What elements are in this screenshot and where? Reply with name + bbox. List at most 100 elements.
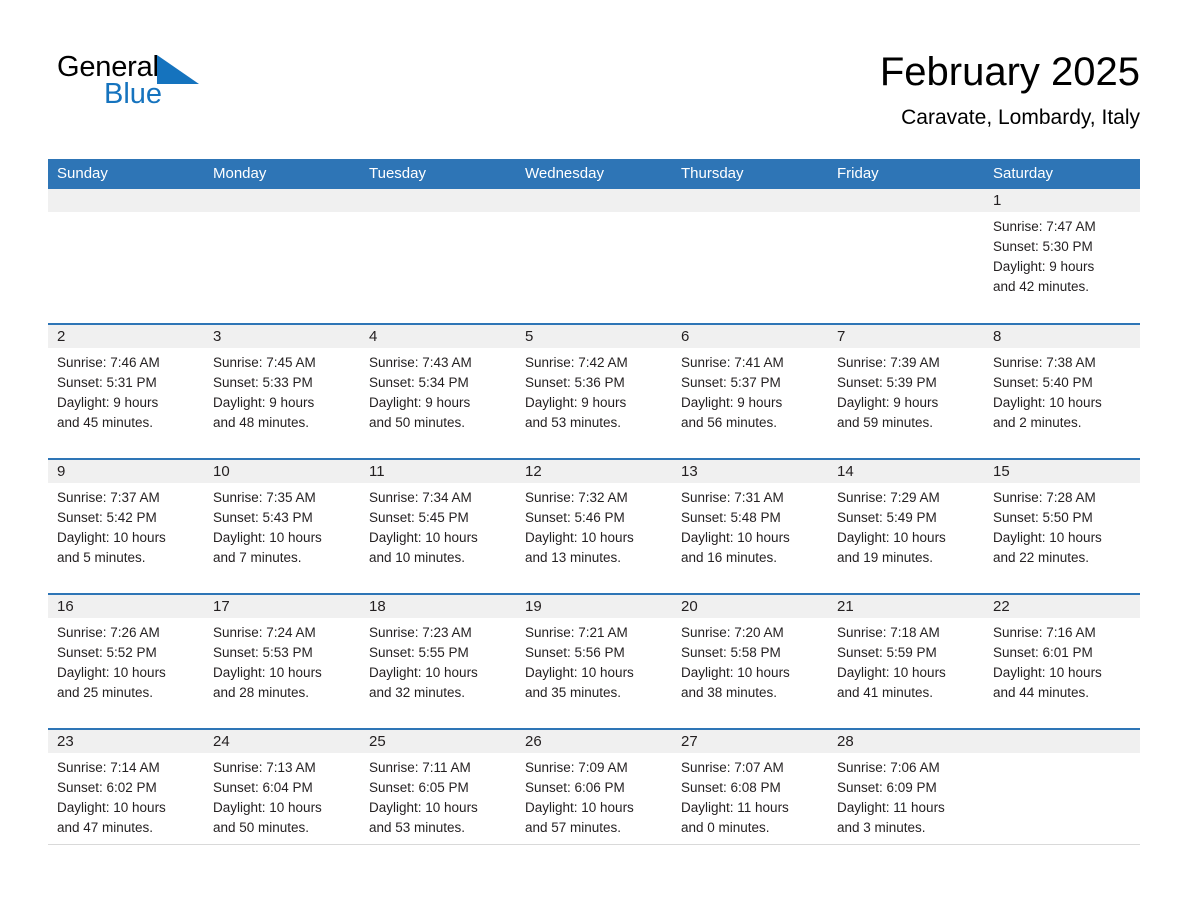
calendar-day-cell[interactable]: 2 Sunrise: 7:46 AM Sunset: 5:31 PM Dayli…: [48, 323, 204, 459]
day-details: Sunrise: 7:23 AM Sunset: 5:55 PM Dayligh…: [360, 618, 516, 703]
daylight-text-line1: Daylight: 9 hours: [993, 259, 1095, 274]
day-number: 12: [516, 460, 672, 483]
day-number: 1: [984, 189, 1140, 212]
calendar-day-cell[interactable]: 15 Sunrise: 7:28 AM Sunset: 5:50 PM Dayl…: [984, 458, 1140, 594]
logo-text-blue: Blue: [104, 78, 163, 110]
day-number: 24: [204, 730, 360, 753]
calendar-day-cell[interactable]: 14 Sunrise: 7:29 AM Sunset: 5:49 PM Dayl…: [828, 458, 984, 594]
calendar-day-cell[interactable]: 28 Sunrise: 7:06 AM Sunset: 6:09 PM Dayl…: [828, 728, 984, 846]
calendar-day-cell[interactable]: 11 Sunrise: 7:34 AM Sunset: 5:45 PM Dayl…: [360, 458, 516, 594]
calendar-day-cell[interactable]: [360, 189, 516, 324]
calendar-week-row: 9 Sunrise: 7:37 AM Sunset: 5:42 PM Dayli…: [48, 458, 1140, 594]
calendar-day-cell[interactable]: 3 Sunrise: 7:45 AM Sunset: 5:33 PM Dayli…: [204, 323, 360, 459]
day-number: 20: [672, 595, 828, 618]
daylight-text-line2: and 22 minutes.: [993, 550, 1090, 565]
calendar-day-cell[interactable]: 17 Sunrise: 7:24 AM Sunset: 5:53 PM Dayl…: [204, 593, 360, 729]
sunset-text: Sunset: 5:30 PM: [993, 239, 1093, 254]
calendar-day-cell[interactable]: 27 Sunrise: 7:07 AM Sunset: 6:08 PM Dayl…: [672, 728, 828, 846]
day-cell-inner: [672, 189, 828, 323]
sunset-text: Sunset: 5:49 PM: [837, 510, 937, 525]
calendar-day-cell[interactable]: 23 Sunrise: 7:14 AM Sunset: 6:02 PM Dayl…: [48, 728, 204, 846]
calendar-day-cell[interactable]: 4 Sunrise: 7:43 AM Sunset: 5:34 PM Dayli…: [360, 323, 516, 459]
sunrise-text: Sunrise: 7:47 AM: [993, 219, 1096, 234]
daylight-text-line2: and 42 minutes.: [993, 279, 1090, 294]
day-number: 5: [516, 325, 672, 348]
calendar-day-cell[interactable]: [204, 189, 360, 324]
sunset-text: Sunset: 5:55 PM: [369, 645, 469, 660]
day-cell-inner: 24 Sunrise: 7:13 AM Sunset: 6:04 PM Dayl…: [204, 730, 360, 846]
weekday-header-monday: Monday: [204, 159, 360, 189]
day-number: [516, 189, 672, 212]
page-title: February 2025: [879, 50, 1140, 94]
day-cell-inner: 25 Sunrise: 7:11 AM Sunset: 6:05 PM Dayl…: [360, 730, 516, 846]
calendar-day-cell[interactable]: 22 Sunrise: 7:16 AM Sunset: 6:01 PM Dayl…: [984, 593, 1140, 729]
day-details: Sunrise: 7:47 AM Sunset: 5:30 PM Dayligh…: [984, 212, 1140, 297]
daylight-text-line1: Daylight: 10 hours: [681, 530, 790, 545]
daylight-text-line2: and 44 minutes.: [993, 685, 1090, 700]
calendar-day-cell[interactable]: 25 Sunrise: 7:11 AM Sunset: 6:05 PM Dayl…: [360, 728, 516, 846]
calendar-day-cell[interactable]: 8 Sunrise: 7:38 AM Sunset: 5:40 PM Dayli…: [984, 323, 1140, 459]
calendar-day-cell[interactable]: [48, 189, 204, 324]
daylight-text-line1: Daylight: 9 hours: [213, 395, 315, 410]
calendar-day-cell[interactable]: 19 Sunrise: 7:21 AM Sunset: 5:56 PM Dayl…: [516, 593, 672, 729]
daylight-text-line1: Daylight: 10 hours: [57, 530, 166, 545]
calendar-day-cell[interactable]: 21 Sunrise: 7:18 AM Sunset: 5:59 PM Dayl…: [828, 593, 984, 729]
day-cell-inner: 22 Sunrise: 7:16 AM Sunset: 6:01 PM Dayl…: [984, 595, 1140, 728]
sunrise-text: Sunrise: 7:31 AM: [681, 490, 784, 505]
calendar-day-cell[interactable]: 6 Sunrise: 7:41 AM Sunset: 5:37 PM Dayli…: [672, 323, 828, 459]
sunset-text: Sunset: 5:42 PM: [57, 510, 157, 525]
day-number: [984, 730, 1140, 753]
day-details: Sunrise: 7:26 AM Sunset: 5:52 PM Dayligh…: [48, 618, 204, 703]
calendar-day-cell[interactable]: 26 Sunrise: 7:09 AM Sunset: 6:06 PM Dayl…: [516, 728, 672, 846]
calendar-day-cell[interactable]: [516, 189, 672, 324]
calendar-day-cell[interactable]: 10 Sunrise: 7:35 AM Sunset: 5:43 PM Dayl…: [204, 458, 360, 594]
day-details: Sunrise: 7:16 AM Sunset: 6:01 PM Dayligh…: [984, 618, 1140, 703]
calendar-day-cell[interactable]: [828, 189, 984, 324]
daylight-text-line2: and 16 minutes.: [681, 550, 778, 565]
day-number: 6: [672, 325, 828, 348]
daylight-text-line2: and 57 minutes.: [525, 820, 622, 835]
day-number: 28: [828, 730, 984, 753]
day-cell-inner: [360, 189, 516, 323]
day-cell-inner: 14 Sunrise: 7:29 AM Sunset: 5:49 PM Dayl…: [828, 460, 984, 593]
daylight-text-line1: Daylight: 9 hours: [369, 395, 471, 410]
sunset-text: Sunset: 5:48 PM: [681, 510, 781, 525]
sunset-text: Sunset: 6:09 PM: [837, 780, 937, 795]
daylight-text-line2: and 53 minutes.: [525, 415, 622, 430]
sunrise-text: Sunrise: 7:45 AM: [213, 355, 316, 370]
daylight-text-line2: and 35 minutes.: [525, 685, 622, 700]
calendar-day-cell[interactable]: 1 Sunrise: 7:47 AM Sunset: 5:30 PM Dayli…: [984, 189, 1140, 324]
calendar-day-cell[interactable]: 16 Sunrise: 7:26 AM Sunset: 5:52 PM Dayl…: [48, 593, 204, 729]
calendar-day-cell[interactable]: 7 Sunrise: 7:39 AM Sunset: 5:39 PM Dayli…: [828, 323, 984, 459]
calendar-day-cell[interactable]: [672, 189, 828, 324]
daylight-text-line1: Daylight: 10 hours: [993, 530, 1102, 545]
calendar-day-cell[interactable]: 5 Sunrise: 7:42 AM Sunset: 5:36 PM Dayli…: [516, 323, 672, 459]
weekday-header-friday: Friday: [828, 159, 984, 189]
daylight-text-line1: Daylight: 9 hours: [57, 395, 159, 410]
day-cell-inner: 9 Sunrise: 7:37 AM Sunset: 5:42 PM Dayli…: [48, 460, 204, 593]
day-number: 3: [204, 325, 360, 348]
day-details: Sunrise: 7:35 AM Sunset: 5:43 PM Dayligh…: [204, 483, 360, 568]
day-cell-inner: 20 Sunrise: 7:20 AM Sunset: 5:58 PM Dayl…: [672, 595, 828, 728]
weekday-header-sunday: Sunday: [48, 159, 204, 189]
sunrise-text: Sunrise: 7:26 AM: [57, 625, 160, 640]
sunrise-text: Sunrise: 7:21 AM: [525, 625, 628, 640]
calendar-day-cell[interactable]: 24 Sunrise: 7:13 AM Sunset: 6:04 PM Dayl…: [204, 728, 360, 846]
calendar-day-cell[interactable]: 9 Sunrise: 7:37 AM Sunset: 5:42 PM Dayli…: [48, 458, 204, 594]
page-subtitle-location: Caravate, Lombardy, Italy: [901, 106, 1140, 129]
sunset-text: Sunset: 6:01 PM: [993, 645, 1093, 660]
calendar-week-row: 2 Sunrise: 7:46 AM Sunset: 5:31 PM Dayli…: [48, 323, 1140, 459]
daylight-text-line1: Daylight: 10 hours: [369, 800, 478, 815]
calendar-day-cell[interactable]: 13 Sunrise: 7:31 AM Sunset: 5:48 PM Dayl…: [672, 458, 828, 594]
sunset-text: Sunset: 5:34 PM: [369, 375, 469, 390]
generalblue-logo[interactable]: General Blue: [57, 52, 207, 114]
sunrise-text: Sunrise: 7:41 AM: [681, 355, 784, 370]
calendar-day-cell[interactable]: 20 Sunrise: 7:20 AM Sunset: 5:58 PM Dayl…: [672, 593, 828, 729]
calendar-day-cell[interactable]: 12 Sunrise: 7:32 AM Sunset: 5:46 PM Dayl…: [516, 458, 672, 594]
calendar-day-cell[interactable]: 18 Sunrise: 7:23 AM Sunset: 5:55 PM Dayl…: [360, 593, 516, 729]
sunset-text: Sunset: 5:46 PM: [525, 510, 625, 525]
day-cell-inner: 6 Sunrise: 7:41 AM Sunset: 5:37 PM Dayli…: [672, 325, 828, 458]
day-details: Sunrise: 7:13 AM Sunset: 6:04 PM Dayligh…: [204, 753, 360, 838]
day-details: Sunrise: 7:09 AM Sunset: 6:06 PM Dayligh…: [516, 753, 672, 838]
calendar-day-cell[interactable]: [984, 728, 1140, 846]
